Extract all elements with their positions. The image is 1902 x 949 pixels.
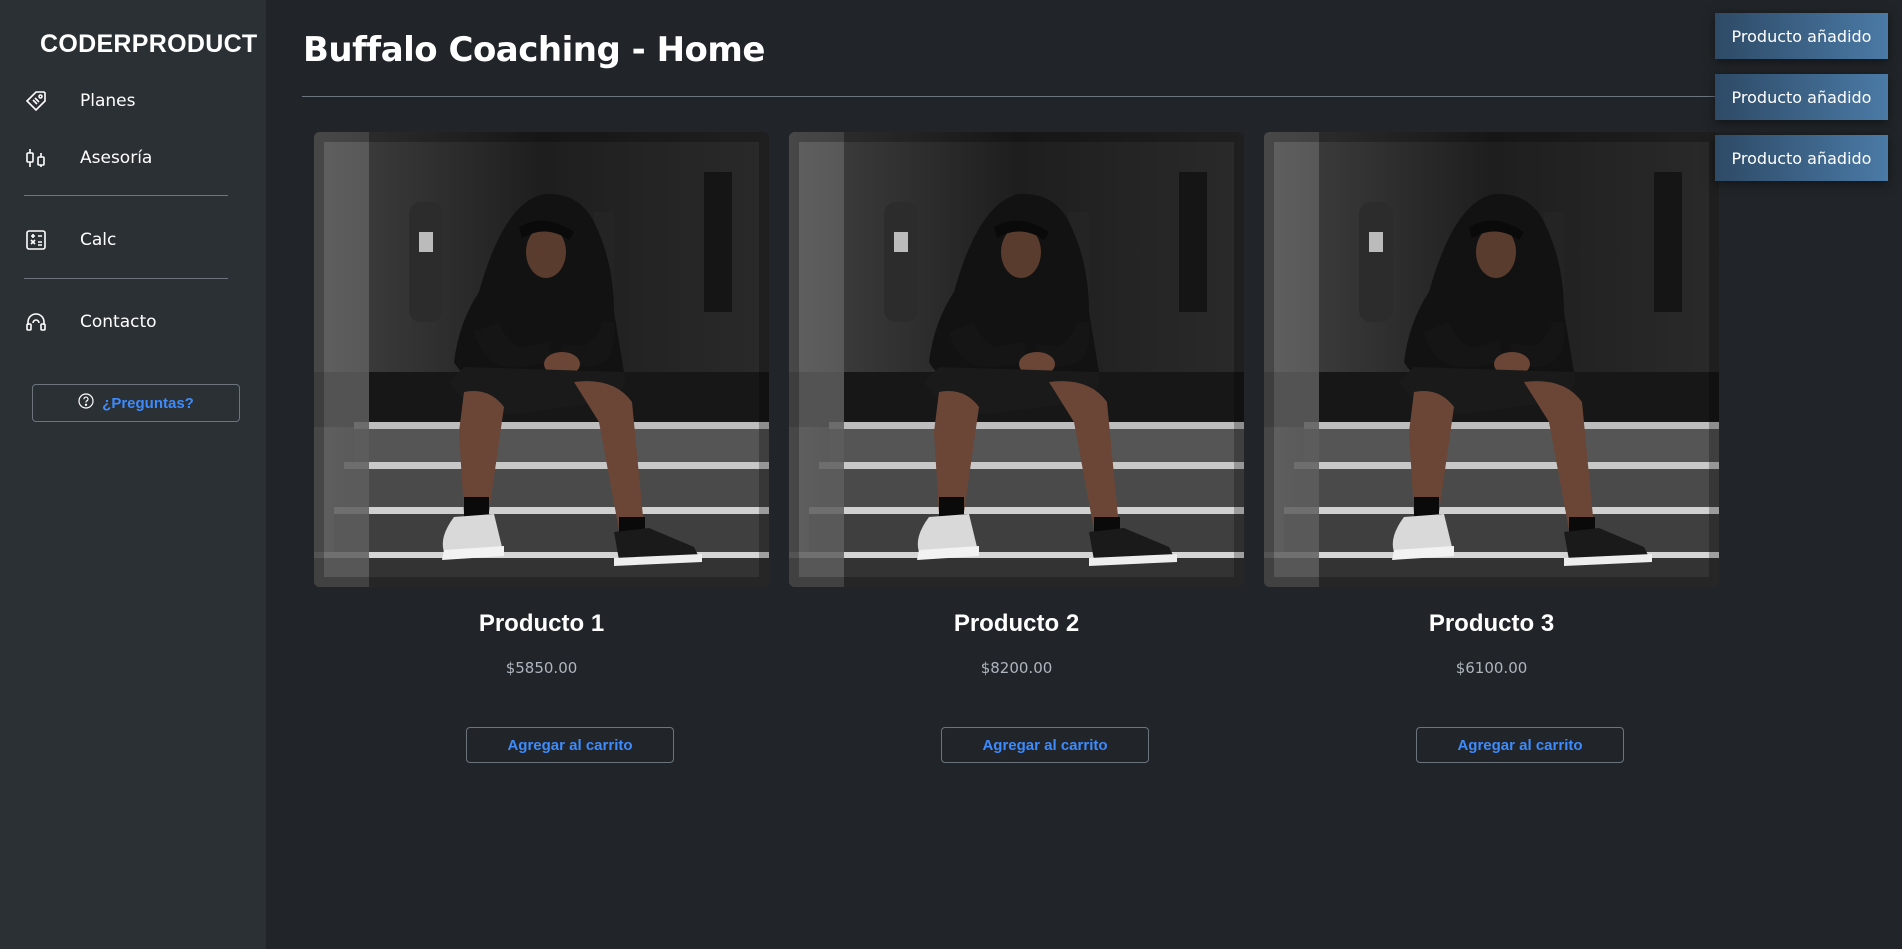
page-title: Buffalo Coaching - Home bbox=[303, 30, 765, 70]
question-circle-icon bbox=[78, 393, 94, 413]
brand-logo[interactable]: CODERPRODUCT bbox=[40, 30, 258, 59]
toast-notification[interactable]: Producto añadido bbox=[1715, 74, 1888, 120]
product-image bbox=[314, 132, 769, 587]
tag-icon bbox=[24, 89, 48, 113]
calculator-icon bbox=[24, 228, 48, 252]
product-price: $5850.00 bbox=[505, 659, 578, 677]
product-title: Producto 1 bbox=[478, 610, 605, 637]
toast-notification[interactable]: Producto añadido bbox=[1715, 135, 1888, 181]
title-divider bbox=[302, 96, 1722, 97]
faq-button[interactable]: ¿Preguntas? bbox=[32, 384, 240, 422]
sidebar-item-label: Contacto bbox=[80, 312, 157, 332]
sidebar-item-planes[interactable]: Planes bbox=[24, 81, 244, 121]
add-to-cart-button[interactable]: Agregar al carrito bbox=[466, 727, 674, 763]
product-title: Producto 2 bbox=[953, 610, 1080, 637]
sidebar-item-label: Calc bbox=[80, 230, 117, 250]
toast-notification[interactable]: Producto añadido bbox=[1715, 13, 1888, 59]
product-title: Producto 3 bbox=[1428, 610, 1555, 637]
product-card: Producto 3 $6100.00 Agregar al carrito bbox=[1264, 132, 1719, 763]
product-image bbox=[1264, 132, 1719, 587]
sidebar-item-label: Asesoría bbox=[80, 148, 153, 168]
product-price: $8200.00 bbox=[980, 659, 1053, 677]
sidebar-item-asesoria[interactable]: Asesoría bbox=[24, 138, 244, 178]
sidebar-divider bbox=[24, 278, 228, 279]
faq-label: ¿Preguntas? bbox=[102, 394, 194, 412]
sidebar-item-calc[interactable]: Calc bbox=[24, 220, 244, 260]
product-card: Producto 2 $8200.00 Agregar al carrito bbox=[789, 132, 1244, 763]
product-image bbox=[789, 132, 1244, 587]
sidebar-item-contacto[interactable]: Contacto bbox=[24, 302, 244, 342]
sidebar: CODERPRODUCT Planes Asesoría Calc Contac… bbox=[0, 0, 266, 949]
add-to-cart-button[interactable]: Agregar al carrito bbox=[941, 727, 1149, 763]
sidebar-item-label: Planes bbox=[80, 91, 136, 111]
headset-icon bbox=[24, 310, 48, 334]
product-card: Producto 1 $5850.00 Agregar al carrito bbox=[314, 132, 769, 763]
product-price: $6100.00 bbox=[1455, 659, 1528, 677]
chat-icon bbox=[24, 146, 48, 170]
sidebar-divider bbox=[24, 195, 228, 196]
add-to-cart-button[interactable]: Agregar al carrito bbox=[1416, 727, 1624, 763]
